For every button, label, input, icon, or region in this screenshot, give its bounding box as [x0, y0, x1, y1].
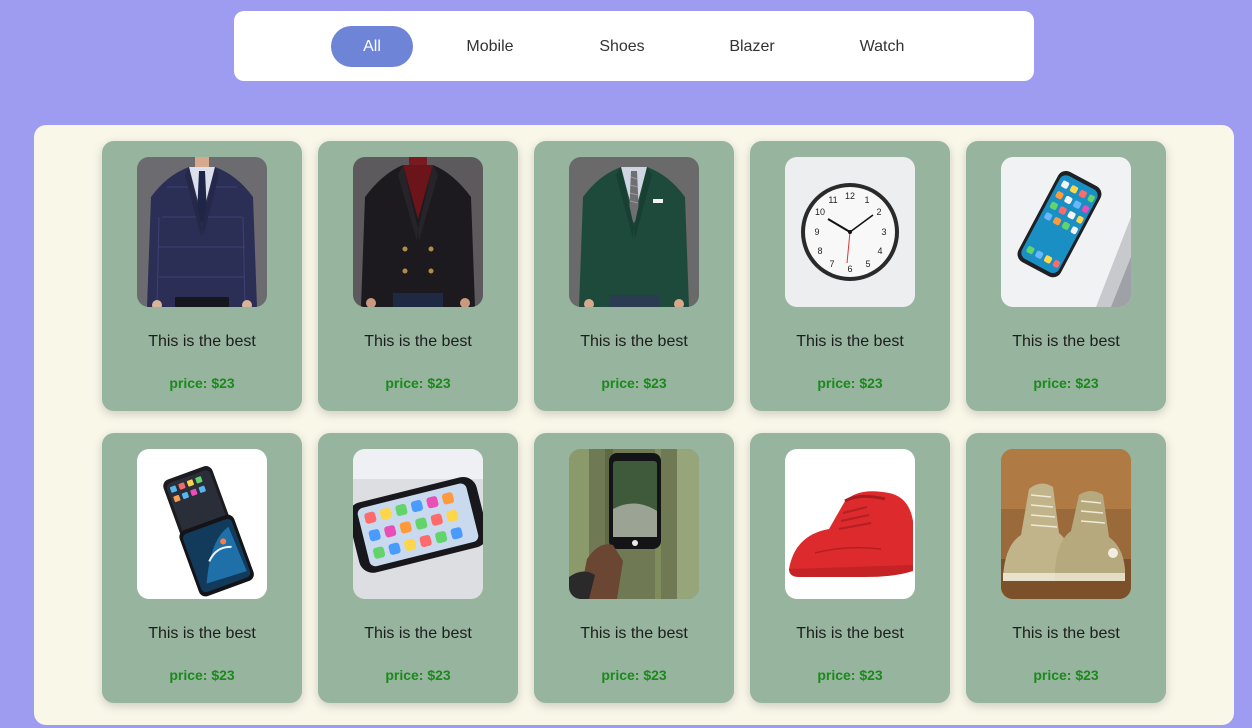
two-phones-image: [137, 449, 267, 599]
product-title: This is the best: [796, 625, 904, 642]
svg-text:12: 12: [845, 191, 855, 201]
svg-text:10: 10: [815, 207, 825, 217]
product-card[interactable]: This is the best price: $23: [318, 141, 518, 411]
svg-text:5: 5: [865, 259, 870, 269]
product-title: This is the best: [1012, 333, 1120, 350]
product-card[interactable]: This is the best price: $23: [750, 433, 950, 703]
category-filter-bar: All Mobile Shoes Blazer Watch: [234, 11, 1034, 81]
product-price: price: $23: [817, 667, 883, 683]
svg-text:7: 7: [829, 259, 834, 269]
product-title: This is the best: [1012, 625, 1120, 642]
svg-text:2: 2: [876, 207, 881, 217]
product-title: This is the best: [796, 333, 904, 350]
blazer-black-image: [353, 157, 483, 307]
blazer-green-image: [569, 157, 699, 307]
phone-on-laptop-image: [1001, 157, 1131, 307]
filter-all-button[interactable]: All: [331, 26, 413, 67]
product-price: price: $23: [817, 375, 883, 391]
product-title: This is the best: [580, 625, 688, 642]
product-price: price: $23: [1033, 375, 1099, 391]
svg-text:11: 11: [828, 195, 837, 205]
phone-on-table-image: [353, 449, 483, 599]
product-title: This is the best: [148, 625, 256, 642]
product-price: price: $23: [1033, 667, 1099, 683]
svg-text:8: 8: [817, 246, 822, 256]
product-price: price: $23: [385, 375, 451, 391]
product-price: price: $23: [169, 375, 235, 391]
red-sneaker-image: [785, 449, 915, 599]
filter-mobile-button[interactable]: Mobile: [450, 26, 530, 67]
canvas-sneakers-image: [1001, 449, 1131, 599]
product-title: This is the best: [364, 625, 472, 642]
product-card[interactable]: 12 1 2 3 4 5 6 7 8 9 10 11 This is the b…: [750, 141, 950, 411]
product-price: price: $23: [601, 375, 667, 391]
filter-watch-button[interactable]: Watch: [841, 26, 923, 67]
svg-text:4: 4: [877, 246, 882, 256]
product-card[interactable]: This is the best price: $23: [318, 433, 518, 703]
svg-text:9: 9: [814, 227, 819, 237]
product-card[interactable]: This is the best price: $23: [534, 141, 734, 411]
product-price: price: $23: [385, 667, 451, 683]
phone-in-hand-image: [569, 449, 699, 599]
product-price: price: $23: [601, 667, 667, 683]
svg-text:3: 3: [881, 227, 886, 237]
product-card[interactable]: This is the best price: $23: [534, 433, 734, 703]
product-title: This is the best: [580, 333, 688, 350]
product-grid-panel: This is the best price: $23 This is the …: [34, 125, 1234, 725]
filter-blazer-button[interactable]: Blazer: [711, 26, 793, 67]
product-card[interactable]: This is the best price: $23: [966, 141, 1166, 411]
product-price: price: $23: [169, 667, 235, 683]
product-title: This is the best: [364, 333, 472, 350]
wall-clock-image: 12 1 2 3 4 5 6 7 8 9 10 11: [785, 157, 915, 307]
product-card[interactable]: This is the best price: $23: [102, 433, 302, 703]
product-card[interactable]: This is the best price: $23: [966, 433, 1166, 703]
product-title: This is the best: [148, 333, 256, 350]
product-card[interactable]: This is the best price: $23: [102, 141, 302, 411]
svg-text:6: 6: [847, 264, 852, 274]
svg-text:1: 1: [864, 195, 869, 205]
filter-shoes-button[interactable]: Shoes: [581, 26, 663, 67]
blazer-navy-image: [137, 157, 267, 307]
